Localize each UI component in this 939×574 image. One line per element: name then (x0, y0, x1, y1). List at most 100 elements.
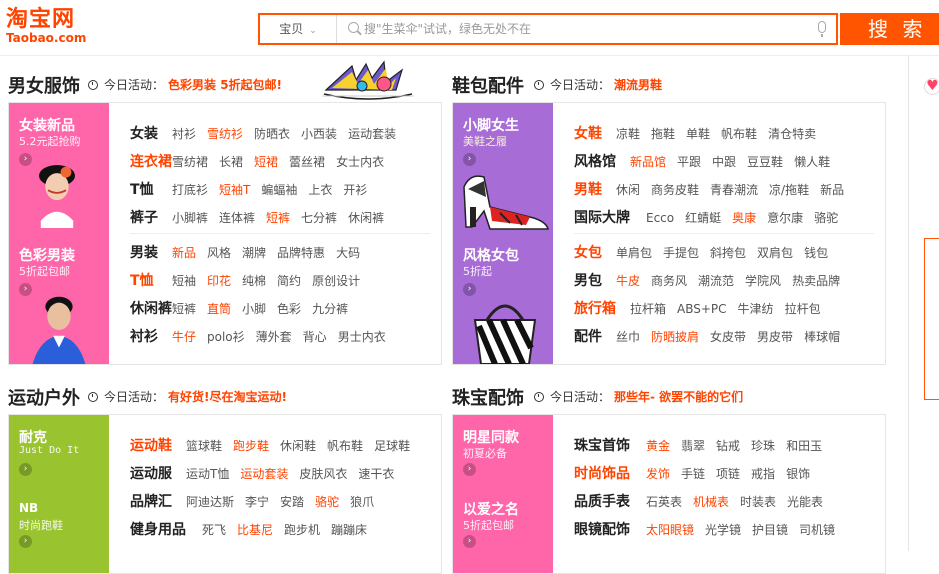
category-link[interactable]: 打底衫 (172, 183, 208, 197)
category-link[interactable]: 牛皮 (616, 274, 640, 288)
category-link[interactable]: 钻戒 (716, 439, 740, 453)
category-link[interactable]: 黄金 (646, 439, 670, 453)
category-link[interactable]: 手提包 (663, 246, 699, 260)
category-title[interactable]: 裤子 (130, 207, 158, 227)
category-link[interactable]: 奥康 (732, 211, 756, 225)
category-title[interactable]: 男鞋 (574, 179, 602, 199)
category-title[interactable]: T恤 (130, 179, 154, 199)
category-link[interactable]: 骆驼 (814, 211, 838, 225)
category-link[interactable]: 帆布鞋 (721, 127, 757, 141)
category-link[interactable]: 牛津纺 (738, 302, 774, 316)
category-link[interactable]: Ecco (646, 211, 674, 225)
category-link[interactable]: 光学镜 (705, 523, 741, 537)
category-link[interactable]: 开衫 (343, 183, 367, 197)
category-link[interactable]: 李宁 (245, 495, 269, 509)
promo-title[interactable]: 以爱之名 (463, 499, 519, 519)
category-link[interactable]: 简约 (277, 274, 301, 288)
category-link[interactable]: 太阳眼镜 (646, 523, 694, 537)
category-link[interactable]: 护目镜 (752, 523, 788, 537)
category-title[interactable]: 时尚饰品 (574, 463, 630, 483)
category-link[interactable]: 防晒披肩 (651, 330, 699, 344)
category-link[interactable]: 死飞 (202, 523, 226, 537)
category-link[interactable]: 双肩包 (757, 246, 793, 260)
category-link[interactable]: 连体裤 (219, 211, 255, 225)
category-link[interactable]: 短袖T (219, 183, 250, 197)
category-link[interactable]: 品牌特惠 (277, 246, 325, 260)
category-link[interactable]: 意尔康 (767, 211, 803, 225)
category-link[interactable]: 新品 (820, 183, 844, 197)
category-link[interactable]: 凉鞋 (616, 127, 640, 141)
category-title[interactable]: 男包 (574, 270, 602, 290)
category-link[interactable]: 拉杆包 (785, 302, 821, 316)
category-title[interactable]: 风格馆 (574, 151, 616, 171)
category-link[interactable]: 薄外套 (256, 330, 292, 344)
category-link[interactable]: 骆驼 (315, 495, 339, 509)
category-link[interactable]: 小脚裤 (172, 211, 208, 225)
category-link[interactable]: 发饰 (646, 467, 670, 481)
category-link[interactable]: 安踏 (280, 495, 304, 509)
category-link[interactable]: 短裙 (254, 155, 278, 169)
category-link[interactable]: 懒人鞋 (794, 155, 830, 169)
category-link[interactable]: 短裤 (172, 302, 196, 316)
category-link[interactable]: 男皮带 (757, 330, 793, 344)
arrow-right-icon[interactable]: › (463, 535, 476, 548)
category-link[interactable]: 运动套装 (240, 467, 288, 481)
promo-title[interactable]: NB (19, 501, 38, 515)
heart-icon[interactable]: ♥ (924, 78, 939, 95)
category-title[interactable]: 衬衫 (130, 326, 158, 346)
category-link[interactable]: 戒指 (751, 467, 775, 481)
category-link[interactable]: polo衫 (207, 330, 245, 344)
category-link[interactable]: 蝙蝠袖 (261, 183, 297, 197)
category-link[interactable]: 背心 (303, 330, 327, 344)
taobao-logo[interactable]: 淘宝网 Taobao.com (6, 8, 86, 45)
category-link[interactable]: 跑步鞋 (233, 439, 269, 453)
category-link[interactable]: 大码 (336, 246, 360, 260)
category-link[interactable]: 短裤 (266, 211, 290, 225)
activity-link[interactable]: 那些年- 欲罢不能的它们 (614, 390, 743, 404)
category-link[interactable]: 女皮带 (710, 330, 746, 344)
category-link[interactable]: 帆布鞋 (327, 439, 363, 453)
category-link[interactable]: 纯棉 (242, 274, 266, 288)
category-title[interactable]: 珠宝首饰 (574, 435, 630, 455)
category-link[interactable]: 学院风 (745, 274, 781, 288)
category-link[interactable]: 雪纺裙 (172, 155, 208, 169)
search-button[interactable]: 搜 索 (840, 13, 939, 45)
category-title[interactable]: 连衣裙 (130, 151, 172, 171)
category-link[interactable]: 司机镜 (799, 523, 835, 537)
category-link[interactable]: 新品馆 (630, 155, 666, 169)
category-link[interactable]: 休闲 (616, 183, 640, 197)
category-link[interactable]: 银饰 (786, 467, 810, 481)
category-title[interactable]: 休闲裤 (130, 298, 172, 318)
category-link[interactable]: 短袖 (172, 274, 196, 288)
category-title[interactable]: T恤 (130, 270, 154, 290)
category-link[interactable]: 新品 (172, 246, 196, 260)
category-link[interactable]: 青春潮流 (710, 183, 758, 197)
category-title[interactable]: 品质手表 (574, 491, 630, 511)
category-link[interactable]: 斜挎包 (710, 246, 746, 260)
category-link[interactable]: 篮球鞋 (186, 439, 222, 453)
category-link[interactable]: 皮肤风衣 (299, 467, 347, 481)
category-link[interactable]: 速干衣 (358, 467, 394, 481)
category-link[interactable]: 小西装 (301, 127, 337, 141)
category-link[interactable]: 红蜻蜓 (685, 211, 721, 225)
category-title[interactable]: 女鞋 (574, 123, 602, 143)
activity-link[interactable]: 潮流男鞋 (614, 78, 662, 92)
category-title[interactable]: 国际大牌 (574, 207, 630, 227)
category-link[interactable]: 棒球帽 (804, 330, 840, 344)
promo-title[interactable]: 明星同款 (463, 427, 519, 447)
category-link[interactable]: 机械表 (693, 495, 729, 509)
category-link[interactable]: 单鞋 (686, 127, 710, 141)
category-link[interactable]: 运动T恤 (186, 467, 229, 481)
promo-title[interactable]: 小脚女生 (463, 115, 519, 135)
category-link[interactable]: 热卖品牌 (792, 274, 840, 288)
promo-title[interactable]: 女装新品 (19, 115, 75, 135)
category-link[interactable]: 七分裤 (301, 211, 337, 225)
category-link[interactable]: 运动套装 (348, 127, 396, 141)
promo-title[interactable]: 色彩男装 (19, 245, 75, 265)
category-link[interactable]: 上衣 (308, 183, 332, 197)
category-link[interactable]: 清仓特卖 (768, 127, 816, 141)
category-link[interactable]: 阿迪达斯 (186, 495, 234, 509)
category-link[interactable]: 珍珠 (751, 439, 775, 453)
category-link[interactable]: 九分裤 (312, 302, 348, 316)
category-title[interactable]: 运动服 (130, 463, 172, 483)
